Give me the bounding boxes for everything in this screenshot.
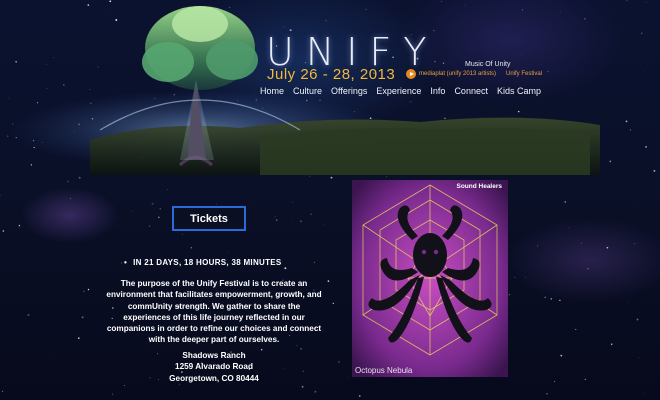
star — [77, 337, 80, 339]
star — [18, 224, 21, 227]
nav-connect[interactable]: Connect — [454, 86, 488, 96]
music-player-title: Music Of Unity — [465, 61, 511, 68]
star — [123, 385, 125, 386]
star — [50, 352, 52, 353]
star — [227, 251, 228, 253]
venue-city: Georgetown, CO 80444 — [169, 373, 259, 383]
star — [514, 276, 516, 278]
nav-offerings[interactable]: Offerings — [331, 86, 367, 96]
star — [626, 302, 628, 303]
star — [148, 225, 151, 227]
star — [525, 276, 526, 278]
star — [70, 198, 72, 200]
star — [634, 243, 636, 245]
star — [337, 360, 340, 363]
star — [1, 390, 4, 393]
star — [292, 202, 293, 203]
star — [83, 290, 85, 293]
play-icon[interactable] — [406, 69, 416, 79]
star — [560, 354, 563, 357]
star — [300, 220, 303, 223]
star — [216, 203, 217, 205]
star — [310, 213, 312, 215]
star — [182, 233, 183, 235]
star — [330, 176, 333, 179]
album-cover[interactable]: Sound Healers Octopus Nebula — [352, 180, 508, 377]
star — [121, 262, 122, 264]
main-navigation: Home Culture Offerings Experience Info C… — [260, 86, 541, 96]
star — [359, 395, 361, 397]
star — [589, 227, 591, 228]
star — [568, 227, 570, 229]
star — [327, 280, 330, 282]
nav-info[interactable]: Info — [430, 86, 445, 96]
music-player-subtitle[interactable]: Unify Festival — [506, 71, 542, 77]
star — [158, 216, 160, 219]
star — [386, 176, 387, 177]
album-title: Octopus Nebula — [355, 366, 413, 375]
star — [581, 242, 582, 244]
venue-street: 1259 Alvarado Road — [175, 362, 253, 372]
star — [332, 302, 334, 305]
countdown-timer: IN 21 DAYS, 18 HOURS, 38 MINUTES — [124, 258, 282, 267]
star — [536, 245, 539, 247]
star — [644, 393, 646, 394]
star — [2, 230, 5, 232]
nav-culture[interactable]: Culture — [293, 86, 322, 96]
star — [575, 328, 577, 330]
star — [313, 261, 316, 264]
star — [323, 224, 324, 225]
octopus-artwork — [352, 180, 508, 377]
venue-address: Shadows Ranch 1259 Alvarado Road Georget… — [104, 350, 324, 384]
star — [564, 201, 567, 203]
star — [348, 376, 349, 378]
star — [151, 202, 154, 205]
star — [544, 296, 546, 298]
star — [546, 392, 548, 395]
venue-name: Shadows Ranch — [182, 351, 246, 360]
star — [78, 176, 81, 179]
star — [111, 393, 114, 395]
tickets-button[interactable]: Tickets — [172, 206, 246, 231]
star — [0, 194, 1, 196]
star — [554, 381, 556, 383]
nav-kids-camp[interactable]: Kids Camp — [497, 86, 541, 96]
star — [81, 316, 84, 319]
nav-experience[interactable]: Experience — [376, 86, 421, 96]
star — [27, 314, 30, 316]
star — [67, 180, 69, 183]
star — [159, 208, 161, 210]
star — [301, 385, 304, 388]
nav-home[interactable]: Home — [260, 86, 284, 96]
star — [610, 343, 613, 346]
star — [274, 216, 276, 218]
star — [606, 246, 609, 249]
festival-purpose-text: The purpose of the Unify Festival is to … — [106, 279, 322, 345]
star — [284, 267, 287, 270]
star — [638, 357, 640, 358]
star — [309, 175, 311, 177]
star — [584, 378, 586, 380]
star — [167, 189, 168, 190]
star — [508, 293, 511, 296]
star — [587, 268, 589, 270]
star — [275, 219, 278, 221]
star — [314, 390, 317, 393]
album-artist: Sound Healers — [456, 183, 502, 190]
festival-dates: July 26 - 28, 2013 — [267, 66, 396, 83]
media-player-link[interactable]: mediaplat (unify 2013 artists) — [419, 71, 496, 77]
star — [87, 288, 90, 291]
star — [550, 298, 553, 300]
star — [131, 210, 133, 212]
star — [190, 247, 192, 249]
star — [636, 318, 639, 321]
star — [163, 192, 164, 194]
star — [559, 299, 561, 302]
